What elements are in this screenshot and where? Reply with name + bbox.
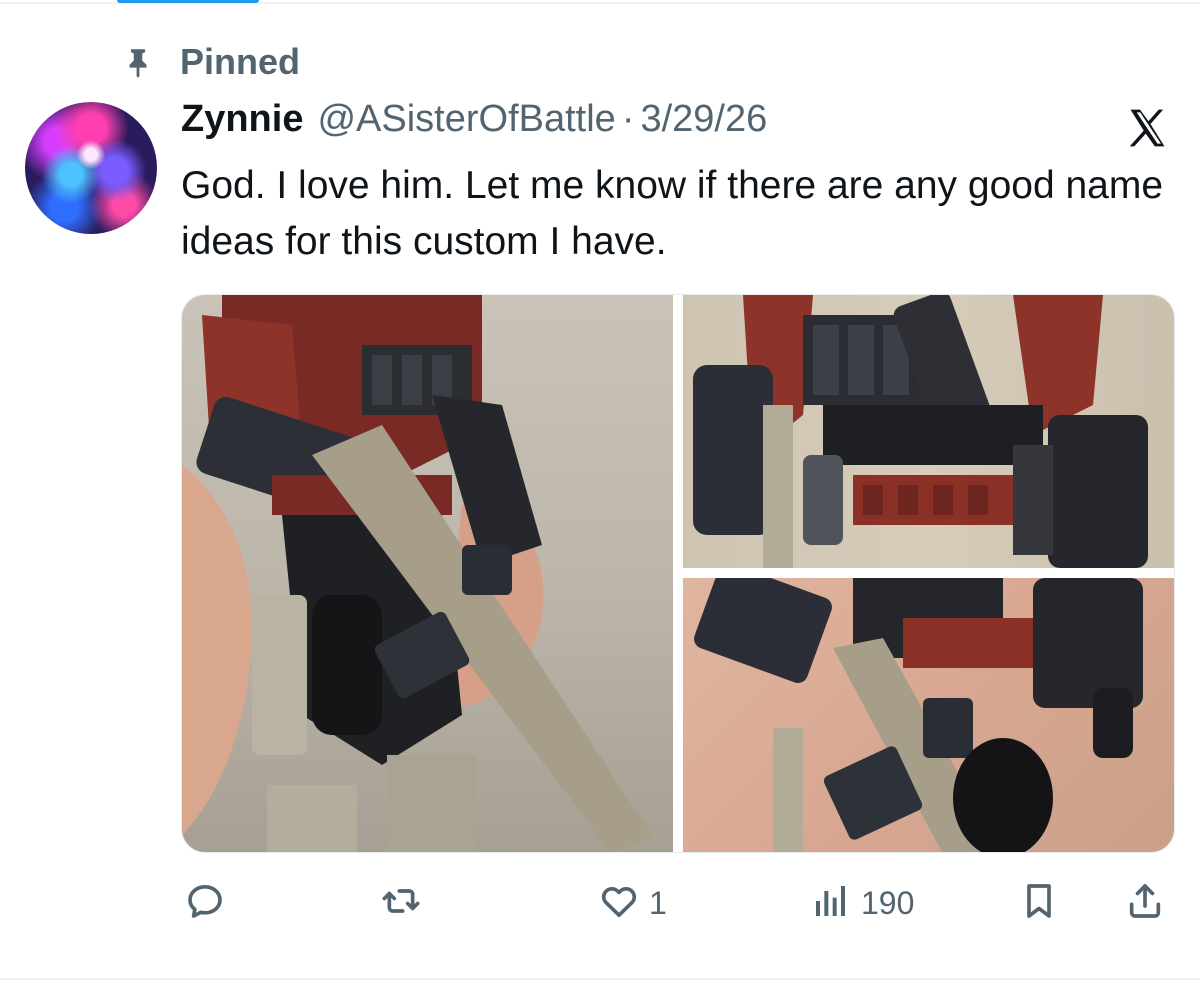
tweet-actions: 1 190	[181, 875, 1175, 931]
user-handle[interactable]: @ASisterOfBattle	[317, 98, 615, 141]
avatar[interactable]	[25, 102, 157, 234]
heart-icon	[599, 881, 639, 926]
views-button[interactable]: 190	[811, 875, 914, 931]
views-count: 190	[861, 884, 915, 921]
display-name[interactable]: Zynnie	[181, 98, 303, 141]
bookmark-button[interactable]	[1019, 875, 1059, 931]
like-button[interactable]: 1	[599, 875, 667, 931]
reply-button[interactable]	[185, 875, 235, 931]
active-tab-indicator	[117, 0, 259, 3]
retweet-button[interactable]	[381, 875, 431, 931]
reply-icon	[185, 881, 225, 926]
pin-icon	[118, 42, 158, 82]
pinned-indicator: Pinned	[118, 40, 300, 84]
like-count: 1	[649, 884, 667, 921]
share-button[interactable]	[1125, 875, 1165, 931]
tweet-header: Zynnie @ASisterOfBattle · 3/29/26	[181, 98, 767, 148]
separator-dot: ·	[621, 98, 635, 140]
pinned-label: Pinned	[180, 41, 301, 82]
tweet-date[interactable]: 3/29/26	[640, 98, 767, 141]
media-image-3[interactable]	[683, 578, 1174, 852]
tweet-text: God. I love him. Let me know if there ar…	[181, 164, 1164, 263]
bottom-divider	[0, 978, 1200, 980]
media-image-1[interactable]	[182, 295, 673, 852]
x-logo-icon	[1124, 106, 1170, 150]
bookmark-icon	[1019, 881, 1059, 926]
share-icon	[1125, 881, 1165, 926]
media-image-2[interactable]	[683, 295, 1174, 568]
views-icon	[811, 881, 851, 926]
media-grid[interactable]	[181, 294, 1175, 853]
retweet-icon	[381, 881, 421, 926]
